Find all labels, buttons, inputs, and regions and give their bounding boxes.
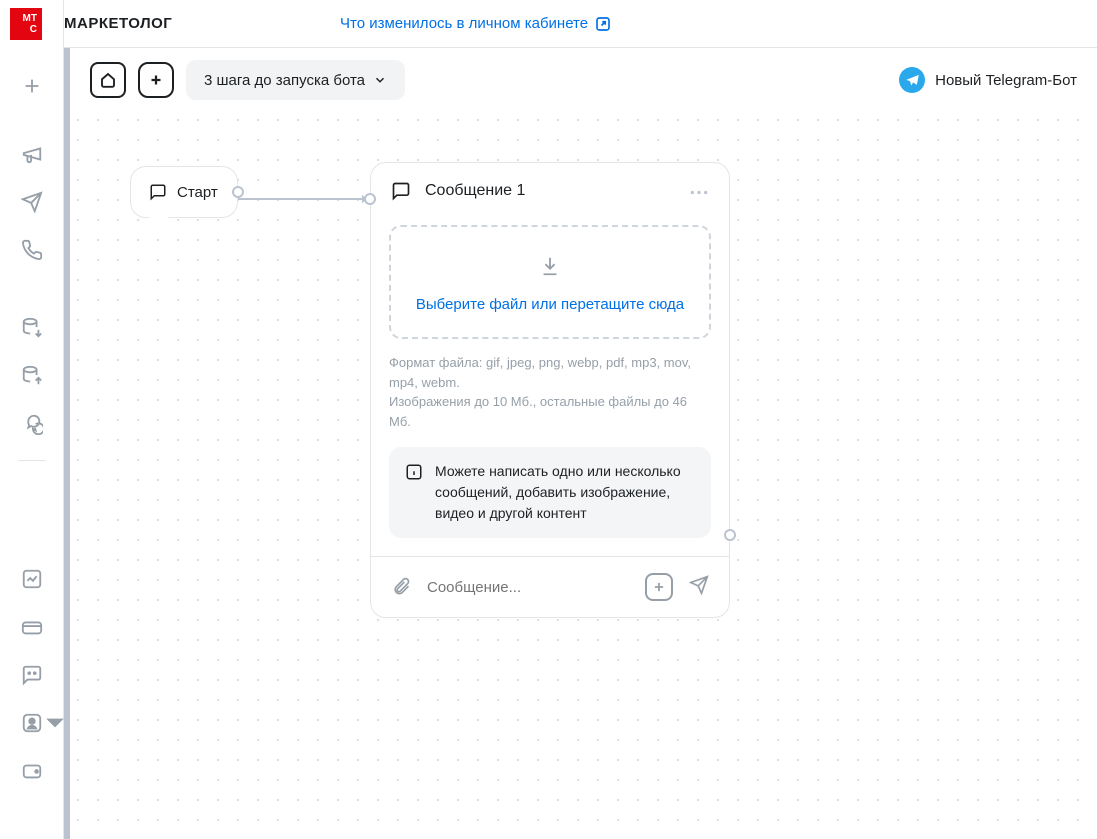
download-icon bbox=[539, 255, 561, 277]
database-up-icon[interactable] bbox=[12, 356, 52, 396]
chevron-down-icon bbox=[44, 712, 66, 734]
start-node-label: Старт bbox=[177, 184, 218, 201]
home-icon bbox=[99, 71, 117, 89]
plus-icon bbox=[652, 580, 666, 594]
sidebar: МТС bbox=[0, 0, 64, 839]
message-input[interactable] bbox=[427, 579, 629, 596]
whats-new-link[interactable]: Что изменилось в личном кабинете bbox=[340, 15, 612, 33]
send-icon bbox=[689, 575, 709, 595]
connection-line bbox=[238, 191, 370, 193]
steps-label: 3 шага до запуска бота bbox=[204, 72, 365, 89]
profile-icon[interactable] bbox=[12, 703, 52, 743]
header: Что изменилось в личном кабинете bbox=[64, 0, 1097, 48]
message-node-title: Сообщение 1 bbox=[425, 182, 675, 200]
bot-name[interactable]: Новый Telegram-Бот bbox=[899, 67, 1077, 93]
canvas[interactable]: Старт Сообщение 1 Выбери bbox=[64, 112, 1097, 839]
add-content-button[interactable] bbox=[645, 573, 673, 601]
message-icon[interactable] bbox=[12, 655, 52, 695]
dropzone-text: Выберите файл или перетащите сюда bbox=[391, 296, 709, 313]
toolbar: 3 шага до запуска бота Новый Telegram-Бо… bbox=[64, 48, 1097, 112]
plus-icon bbox=[147, 71, 165, 89]
wallet-icon[interactable] bbox=[12, 751, 52, 791]
chat-icon bbox=[149, 183, 167, 201]
send-button[interactable] bbox=[689, 575, 709, 600]
external-link-icon bbox=[594, 15, 612, 33]
add-node-button[interactable] bbox=[138, 62, 174, 98]
chevron-down-icon bbox=[373, 73, 387, 87]
file-dropzone[interactable]: Выберите файл или перетащите сюда bbox=[389, 225, 711, 339]
database-down-icon[interactable] bbox=[12, 308, 52, 348]
sidebar-divider bbox=[18, 460, 46, 461]
brand-name: МАРКЕТОЛОГ bbox=[64, 15, 172, 32]
chat-icon bbox=[391, 181, 411, 201]
logo-icon: МТС bbox=[10, 8, 42, 40]
info-text: Можете написать одно или несколько сообщ… bbox=[435, 461, 695, 524]
message-node[interactable]: Сообщение 1 Выберите файл или перетащите… bbox=[370, 162, 730, 618]
telegram-icon bbox=[899, 67, 925, 93]
connector-in[interactable] bbox=[364, 193, 376, 205]
steps-dropdown[interactable]: 3 шага до запуска бота bbox=[186, 60, 405, 100]
home-button[interactable] bbox=[90, 62, 126, 98]
bot-name-label: Новый Telegram-Бот bbox=[935, 72, 1077, 89]
send-icon[interactable] bbox=[12, 182, 52, 222]
card-icon[interactable] bbox=[12, 607, 52, 647]
phone-icon[interactable] bbox=[12, 230, 52, 270]
add-button[interactable] bbox=[12, 66, 52, 106]
format-hint: Формат файла: gif, jpeg, png, webp, pdf,… bbox=[389, 353, 711, 431]
start-node[interactable]: Старт bbox=[130, 166, 238, 218]
info-box: Можете написать одно или несколько сообщ… bbox=[389, 447, 711, 538]
more-button[interactable] bbox=[689, 182, 709, 200]
logo[interactable]: МТС bbox=[0, 0, 63, 48]
connector-out[interactable] bbox=[724, 529, 736, 541]
attach-icon[interactable] bbox=[391, 577, 411, 597]
info-icon bbox=[405, 463, 423, 481]
megaphone-icon[interactable] bbox=[12, 134, 52, 174]
analytics-icon[interactable] bbox=[12, 559, 52, 599]
chats-icon[interactable] bbox=[12, 404, 52, 444]
more-icon bbox=[689, 190, 709, 195]
whats-new-label: Что изменилось в личном кабинете bbox=[340, 15, 588, 32]
